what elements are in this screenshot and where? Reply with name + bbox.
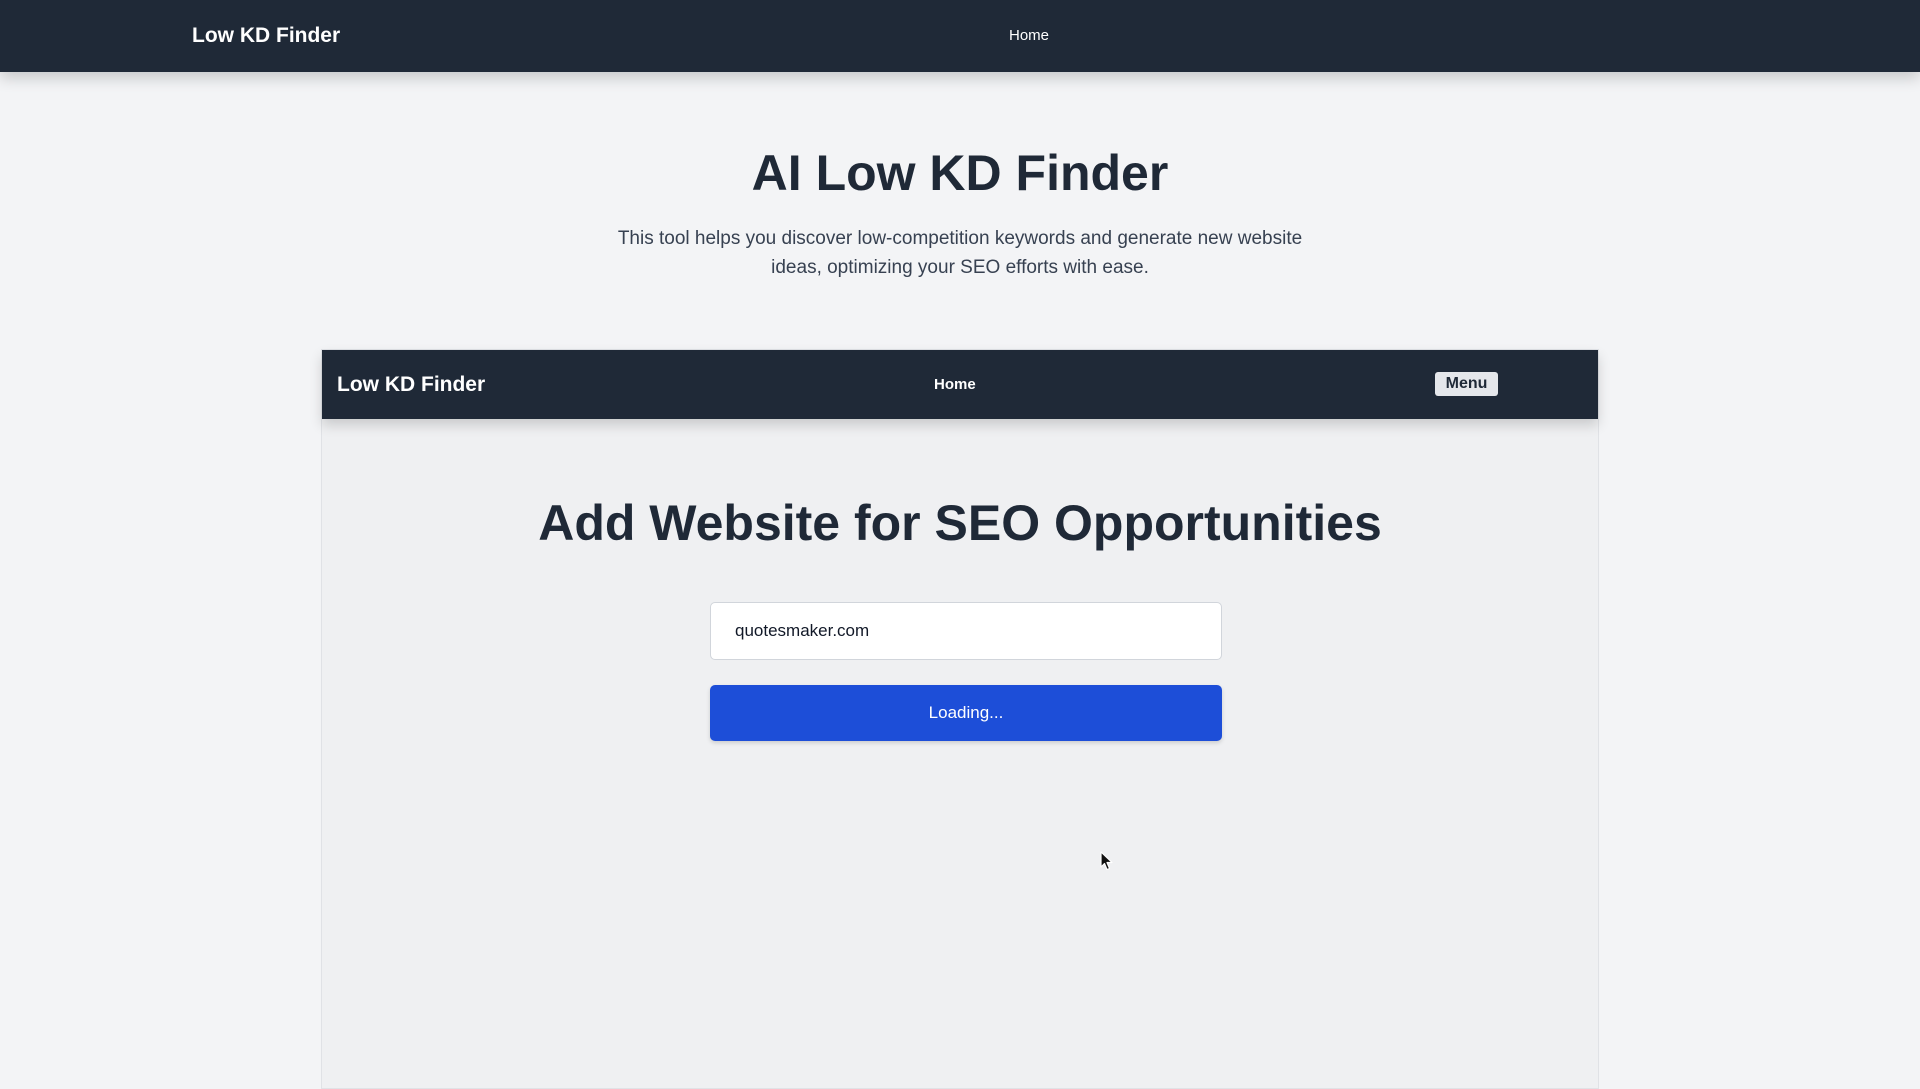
embedded-app-frame: Low KD Finder Home Menu Add Website for … (321, 349, 1599, 1089)
menu-button[interactable]: Menu (1435, 372, 1498, 396)
submit-loading-button[interactable]: Loading... (710, 685, 1222, 741)
nav-home-link[interactable]: Home (1009, 0, 1049, 72)
embedded-nav-home-link[interactable]: Home (934, 350, 976, 419)
page-title: AI Low KD Finder (751, 145, 1169, 201)
website-url-input[interactable] (710, 602, 1222, 660)
embedded-logo[interactable]: Low KD Finder (337, 350, 485, 419)
embedded-navbar: Low KD Finder Home Menu (322, 350, 1598, 419)
top-navbar: Low KD Finder Home (0, 0, 1920, 72)
section-title: Add Website for SEO Opportunities (538, 495, 1382, 551)
mouse-pointer-icon (1100, 851, 1113, 871)
site-logo[interactable]: Low KD Finder (192, 0, 340, 72)
page-description: This tool helps you discover low-competi… (617, 228, 1303, 278)
